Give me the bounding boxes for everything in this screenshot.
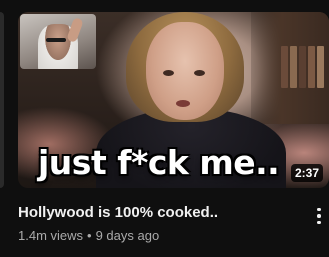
video-thumbnail[interactable]: just f*ck me.. 2:37: [18, 12, 329, 188]
left-eye: [163, 70, 174, 76]
book: [317, 46, 324, 88]
reaction-inset-webcam: [20, 14, 96, 69]
duration-badge: 2:37: [290, 164, 323, 182]
previous-video-thumbnail-edge[interactable]: [0, 12, 4, 188]
reaction-streamer-glasses: [46, 38, 66, 42]
meta-separator: •: [87, 228, 92, 243]
right-eye: [194, 70, 205, 76]
video-title[interactable]: Hollywood is 100% cooked..: [18, 203, 298, 223]
person-mouth: [176, 100, 190, 107]
dot: [317, 207, 321, 212]
dot: [317, 220, 321, 225]
view-count: 1.4m views: [18, 228, 84, 243]
background-bookshelf: [251, 12, 329, 124]
video-metadata: 1.4m views • 9 days ago: [18, 227, 159, 245]
video-card[interactable]: just f*ck me.. 2:37 Hollywood is 100% co…: [0, 0, 329, 257]
vertical-ellipsis-icon[interactable]: [312, 206, 326, 226]
thumbnail-caption: just f*ck me..: [38, 143, 280, 182]
upload-age: 9 days ago: [95, 228, 160, 243]
reaction-streamer-arm: [66, 17, 84, 43]
book: [308, 46, 315, 88]
book: [290, 46, 297, 88]
dot: [317, 214, 321, 218]
book: [281, 46, 288, 88]
book: [299, 46, 306, 88]
